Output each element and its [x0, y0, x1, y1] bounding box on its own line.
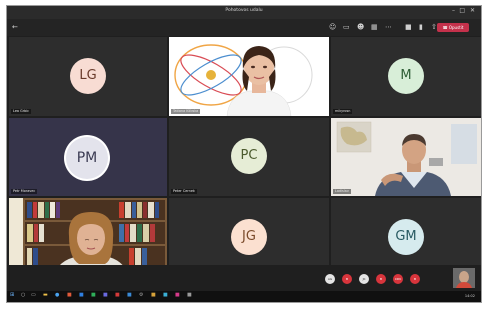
overflow-avatar-initials: B — [379, 277, 383, 281]
acrobat-icon[interactable]: ■ — [115, 293, 120, 298]
leave-button[interactable]: ☎ Opustit — [437, 23, 469, 32]
avatar-initials: LG — [79, 68, 97, 83]
mic-icon[interactable]: ▮ — [419, 24, 423, 31]
leave-label: Opustit — [448, 25, 464, 30]
teams-window: Pohotovos udalu – □ ✕ ← ☺ ▭ ☻ ▦ ⋯ ■ ▮ ⇧ … — [6, 5, 482, 303]
teams-icon[interactable]: ■ — [103, 293, 108, 298]
participant-name: Ladislav — [333, 189, 351, 194]
overflow-participants-bar: AG B JK B CDK B — [7, 265, 481, 291]
video-grid: LG Lea Grbic Tatiana Klibska M mikyrosn … — [7, 37, 481, 278]
overflow-avatar-initials: CDK — [394, 277, 402, 281]
participant-tile[interactable]: LG Lea Grbic — [9, 37, 167, 116]
overflow-avatar-initials: AG — [327, 277, 333, 281]
os-taskbar: ⊞ ○ ▭ ▬ ● ■ ■ ■ ■ ■ ■ ⚙ ■ ■ ■ ■ 14:02 — [7, 291, 481, 302]
overflow-avatar-initials: B — [345, 277, 349, 281]
meeting-toolbar: ← ☺ ▭ ☻ ▦ ⋯ ■ ▮ ⇧ ☎ Opustit — [7, 19, 481, 36]
overflow-avatar[interactable]: AG — [325, 274, 335, 284]
avatar-initials: M — [400, 68, 412, 83]
windows-start-icon[interactable]: ⊞ — [10, 293, 14, 298]
app-icon[interactable]: ■ — [175, 293, 180, 298]
overflow-avatar[interactable]: B — [410, 274, 420, 284]
avatar-initials: PM — [76, 150, 98, 166]
participant-name: Lea Grbic — [11, 109, 32, 114]
taskbar-clock: 14:02 — [464, 294, 475, 298]
maximize-icon[interactable]: □ — [459, 7, 465, 14]
participant-video — [169, 37, 329, 116]
office-icon[interactable]: ■ — [67, 293, 72, 298]
participant-video-tile[interactable]: Ladislav — [331, 118, 481, 196]
app-icon[interactable]: ■ — [163, 293, 168, 298]
search-icon[interactable]: ○ — [21, 293, 25, 298]
camera-icon[interactable]: ■ — [405, 24, 412, 31]
avatar-initials: PC — [240, 148, 258, 163]
overflow-avatar-initials: B — [413, 277, 417, 281]
self-view[interactable] — [453, 268, 475, 288]
word-icon[interactable]: ■ — [79, 293, 84, 298]
overflow-avatar[interactable]: CDK — [393, 274, 403, 284]
reactions-icon[interactable]: ☻ — [357, 24, 364, 31]
excel-icon[interactable]: ■ — [91, 293, 96, 298]
more-icon[interactable]: ⋯ — [385, 24, 392, 31]
participant-name: Tatiana Klibska — [171, 109, 201, 114]
overflow-avatar[interactable]: JK — [359, 274, 369, 284]
view-icon[interactable]: ▦ — [371, 24, 378, 31]
overflow-avatar[interactable]: B — [342, 274, 352, 284]
participant-name: mikyrosn — [333, 109, 353, 114]
settings-icon[interactable]: ⚙ — [139, 293, 143, 298]
back-arrow-icon[interactable]: ← — [12, 24, 18, 31]
avatar: M — [388, 58, 424, 94]
title-bar: Pohotovos udalu – □ ✕ — [7, 6, 481, 19]
participant-tile[interactable]: PM Petr Moravec — [9, 118, 167, 196]
share-icon[interactable]: ⇧ — [431, 24, 437, 31]
avatar: JG — [231, 219, 267, 255]
participant-video — [331, 118, 481, 196]
outlook-icon[interactable]: ■ — [127, 293, 132, 298]
avatar: PC — [231, 138, 267, 174]
file-explorer-icon[interactable]: ▬ — [43, 293, 48, 298]
chat-icon[interactable]: ▭ — [343, 24, 350, 31]
people-icon[interactable]: ☺ — [329, 24, 336, 31]
avatar: LG — [70, 58, 106, 94]
overflow-avatar-initials: JK — [362, 277, 366, 281]
participant-name: Petr Moravec — [11, 189, 38, 194]
task-view-icon[interactable]: ▭ — [31, 293, 36, 298]
avatar: GM — [388, 219, 424, 255]
edge-icon[interactable]: ● — [55, 293, 59, 298]
minimize-icon[interactable]: – — [452, 7, 455, 14]
avatar: PM — [66, 137, 108, 179]
participant-video-tile[interactable]: Tatiana Klibska — [169, 37, 329, 116]
self-view-video — [453, 268, 475, 288]
app-icon[interactable]: ■ — [151, 293, 156, 298]
avatar-initials: JG — [242, 229, 256, 244]
participant-name: Peter Cernek — [171, 189, 197, 194]
close-icon[interactable]: ✕ — [470, 7, 475, 14]
overflow-avatar[interactable]: B — [376, 274, 386, 284]
participant-tile[interactable]: M mikyrosn — [331, 37, 481, 116]
window-title: Pohotovos udalu — [225, 8, 263, 13]
app-icon[interactable]: ■ — [187, 293, 192, 298]
participant-tile[interactable]: PC Peter Cernek — [169, 118, 329, 196]
avatar-initials: GM — [395, 229, 417, 244]
